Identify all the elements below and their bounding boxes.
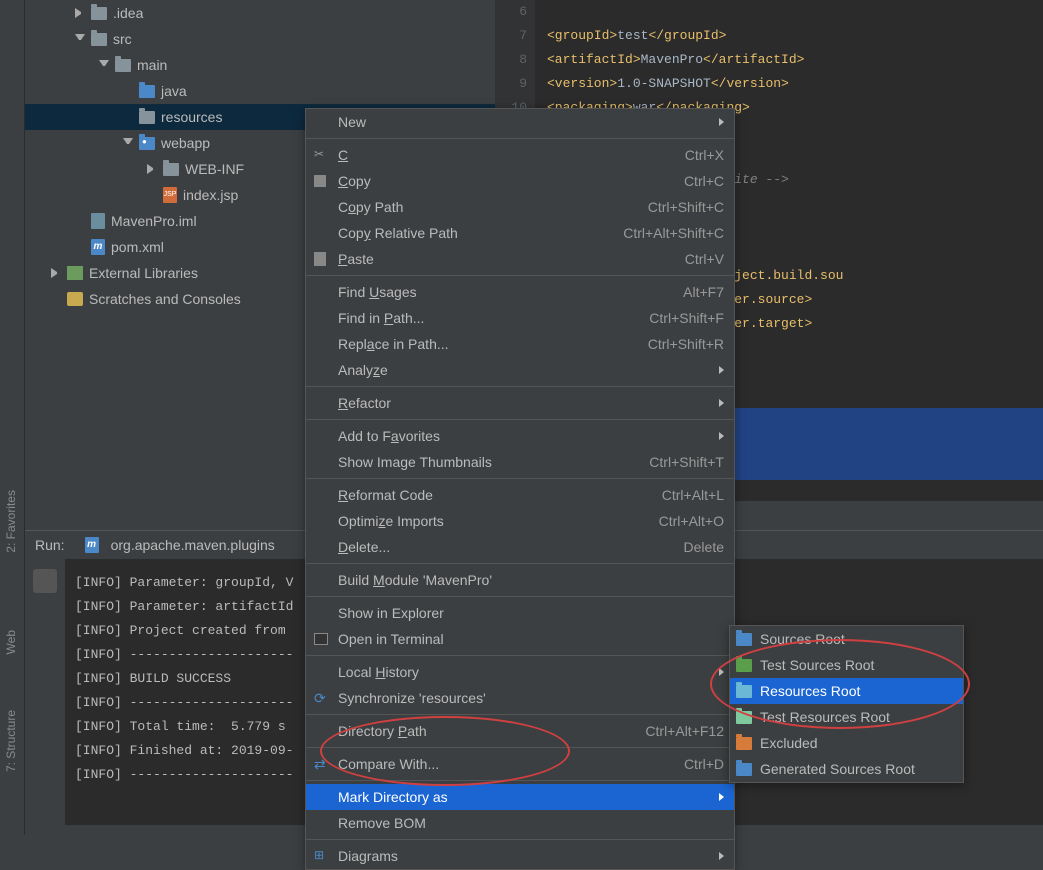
menu-compare[interactable]: ⇄Compare With...Ctrl+D (306, 751, 734, 777)
sync-icon: ⟳ (314, 690, 330, 706)
menu-separator (306, 275, 734, 276)
folder-icon (115, 59, 131, 72)
folder-icon (736, 737, 752, 750)
menu-findinpath[interactable]: Find in Path...Ctrl+Shift+F (306, 305, 734, 331)
menu-analyze[interactable]: Analyze (306, 357, 734, 383)
paste-icon (314, 252, 326, 266)
menu-separator (306, 714, 734, 715)
menu-terminal[interactable]: Open in Terminal (306, 626, 734, 652)
menu-optimize[interactable]: Optimize ImportsCtrl+Alt+O (306, 508, 734, 534)
run-toolbar (25, 559, 65, 853)
tab-structure[interactable]: 7: Structure (4, 710, 18, 772)
menu-separator (306, 563, 734, 564)
library-icon (67, 266, 83, 280)
menu-sync[interactable]: ⟳Synchronize 'resources' (306, 685, 734, 711)
tab-favorites[interactable]: 2: Favorites (4, 490, 18, 553)
menu-dirpath[interactable]: Directory PathCtrl+Alt+F12 (306, 718, 734, 744)
collapse-icon[interactable] (75, 34, 85, 44)
folder-icon (736, 633, 752, 646)
submenu-generated-sources-root[interactable]: Generated Sources Root (730, 756, 963, 782)
submenu-resources-root[interactable]: Resources Root (730, 678, 963, 704)
terminal-icon (314, 633, 328, 645)
menu-separator (306, 747, 734, 748)
menu-new[interactable]: New (306, 109, 734, 135)
menu-replace[interactable]: Replace in Path...Ctrl+Shift+R (306, 331, 734, 357)
tree-idea[interactable]: .idea (25, 0, 495, 26)
folder-icon (139, 85, 155, 98)
compare-icon: ⇄ (314, 756, 330, 772)
copy-icon (314, 175, 326, 187)
submenu-arrow-icon (719, 668, 724, 676)
tree-src[interactable]: src (25, 26, 495, 52)
folder-icon (91, 7, 107, 20)
menu-separator (306, 839, 734, 840)
submenu-arrow-icon (719, 793, 724, 801)
folder-icon (736, 685, 752, 698)
menu-separator (306, 596, 734, 597)
menu-history[interactable]: Local History (306, 659, 734, 685)
folder-icon (736, 711, 752, 724)
menu-findusages[interactable]: Find UsagesAlt+F7 (306, 279, 734, 305)
menu-separator (306, 138, 734, 139)
menu-cut[interactable]: ✂CCtrl+X (306, 142, 734, 168)
jsp-icon: JSP (163, 187, 177, 203)
submenu-arrow-icon (719, 118, 724, 126)
run-title: org.apache.maven.plugins (111, 537, 275, 553)
submenu-arrow-icon (719, 432, 724, 440)
menu-copyrel[interactable]: Copy Relative PathCtrl+Alt+Shift+C (306, 220, 734, 246)
folder-icon (163, 163, 179, 176)
menu-copy[interactable]: CopyCtrl+C (306, 168, 734, 194)
submenu-sources-root[interactable]: Sources Root (730, 626, 963, 652)
menu-separator (306, 780, 734, 781)
submenu-test-sources-root[interactable]: Test Sources Root (730, 652, 963, 678)
menu-thumb[interactable]: Show Image ThumbnailsCtrl+Shift+T (306, 449, 734, 475)
submenu-arrow-icon (719, 399, 724, 407)
menu-reformat[interactable]: Reformat CodeCtrl+Alt+L (306, 482, 734, 508)
folder-icon (91, 33, 107, 46)
menu-separator (306, 478, 734, 479)
context-menu: New ✂CCtrl+X CopyCtrl+C Copy PathCtrl+Sh… (305, 108, 735, 870)
folder-icon (736, 659, 752, 672)
run-toolbar-icon[interactable] (33, 569, 57, 593)
submenu-arrow-icon (719, 366, 724, 374)
submenu-excluded[interactable]: Excluded (730, 730, 963, 756)
expand-icon[interactable] (51, 268, 61, 278)
submenu-test-resources-root[interactable]: Test Resources Root (730, 704, 963, 730)
menu-build[interactable]: Build Module 'MavenPro' (306, 567, 734, 593)
menu-refactor[interactable]: Refactor (306, 390, 734, 416)
menu-separator (306, 386, 734, 387)
maven-icon: m (85, 537, 99, 553)
tab-web[interactable]: Web (4, 630, 18, 654)
menu-explorer[interactable]: Show in Explorer (306, 600, 734, 626)
maven-icon: m (91, 239, 105, 255)
expand-icon[interactable] (147, 164, 157, 174)
mark-directory-submenu: Sources Root Test Sources Root Resources… (729, 625, 964, 783)
collapse-icon[interactable] (99, 60, 109, 70)
folder-icon (139, 111, 155, 124)
submenu-arrow-icon (719, 852, 724, 860)
scratches-icon (67, 292, 83, 306)
menu-favorites[interactable]: Add to Favorites (306, 423, 734, 449)
menu-copypath[interactable]: Copy PathCtrl+Shift+C (306, 194, 734, 220)
menu-diagrams[interactable]: ⊞Diagrams (306, 843, 734, 869)
run-label: Run: (35, 537, 65, 553)
expand-icon[interactable] (75, 8, 85, 18)
menu-separator (306, 419, 734, 420)
tree-java[interactable]: java (25, 78, 495, 104)
collapse-icon[interactable] (123, 138, 133, 148)
file-icon (91, 213, 105, 229)
folder-icon: ● (139, 137, 155, 150)
left-gutter: 2: Favorites Web 7: Structure (0, 0, 25, 835)
tree-main[interactable]: main (25, 52, 495, 78)
diagrams-icon: ⊞ (314, 848, 330, 864)
menu-delete[interactable]: Delete...Delete (306, 534, 734, 560)
menu-mark-directory[interactable]: Mark Directory as (306, 784, 734, 810)
folder-icon (736, 763, 752, 776)
menu-separator (306, 655, 734, 656)
cut-icon: ✂ (314, 147, 330, 163)
menu-paste[interactable]: PasteCtrl+V (306, 246, 734, 272)
menu-bom[interactable]: Remove BOM (306, 810, 734, 836)
